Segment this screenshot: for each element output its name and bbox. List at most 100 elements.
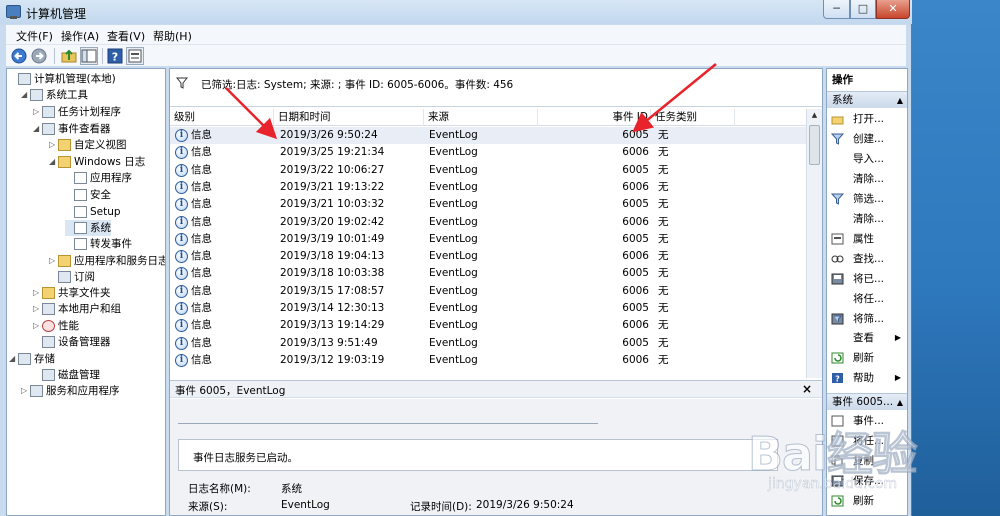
table-row[interactable]: i 信息 2019/3/26 9:50:24 EventLog 6005 无 [170, 127, 806, 144]
action-item[interactable]: 将筛... [827, 309, 907, 329]
column-source[interactable]: 来源 [424, 109, 538, 126]
action-label: 属性 [853, 232, 874, 245]
action-label: 导入... [853, 152, 885, 165]
menu-view[interactable]: 查看(V) [107, 28, 145, 44]
filter-icon [176, 77, 188, 89]
scroll-up-icon[interactable]: ▲ [809, 111, 820, 122]
column-level[interactable]: 级别 [170, 109, 274, 126]
forward-icon[interactable] [30, 47, 48, 65]
cell-task-category: 无 [658, 302, 669, 314]
cell-level: 信息 [191, 250, 212, 263]
action-item[interactable]: 事件... [827, 411, 907, 431]
menu-action[interactable]: 操作(A) [61, 28, 99, 44]
tree-item-task-scheduler[interactable]: ▷ 任务计划程序 [33, 104, 121, 120]
tree-item-system-tools[interactable]: ◢ 系统工具 [21, 87, 88, 103]
column-datetime[interactable]: 日期和时间 [274, 109, 424, 126]
action-item[interactable]: 查找... [827, 249, 907, 269]
computer-management-window: 计算机管理 ─ □ ✕ 文件(F) 操作(A) 查看(V) 帮助(H) ? 计算… [0, 0, 912, 516]
folder-icon [58, 139, 71, 151]
action-item[interactable]: 刷新 [827, 491, 907, 511]
tree-item-disk-management[interactable]: 磁盘管理 [33, 367, 100, 383]
event-viewer-icon [42, 123, 55, 135]
action-item[interactable]: 复制 [827, 451, 907, 471]
action-item[interactable]: 打开... [827, 109, 907, 129]
action-item[interactable]: 将任... [827, 289, 907, 309]
action-item[interactable]: 将任... [827, 431, 907, 451]
table-row[interactable]: i 信息 2019/3/19 10:01:49 EventLog 6005 无 [170, 231, 806, 248]
action-item[interactable]: 创建... [827, 129, 907, 149]
action-item[interactable]: 保存... [827, 471, 907, 491]
cell-event-id: 6006 [622, 353, 649, 366]
svg-text:?: ? [835, 375, 840, 384]
tree-item-application-log[interactable]: 应用程序 [65, 170, 132, 186]
table-row[interactable]: i 信息 2019/3/21 19:13:22 EventLog 6006 无 [170, 179, 806, 196]
table-row[interactable]: i 信息 2019/3/25 19:21:34 EventLog 6006 无 [170, 144, 806, 161]
cell-event-id: 6006 [622, 215, 649, 228]
tree-item-subscriptions[interactable]: 订阅 [49, 269, 95, 285]
tree-item-event-viewer[interactable]: ◢ 事件查看器 [33, 121, 111, 137]
tree-item-app-service-logs[interactable]: ▷ 应用程序和服务日志 [49, 253, 165, 269]
action-item[interactable]: 清除... [827, 169, 907, 189]
table-row[interactable]: i 信息 2019/3/15 17:08:57 EventLog 6006 无 [170, 283, 806, 300]
back-icon[interactable] [10, 47, 28, 65]
maximize-button[interactable]: □ [850, 0, 876, 19]
table-row[interactable]: i 信息 2019/3/13 19:14:29 EventLog 6006 无 [170, 317, 806, 334]
table-row[interactable]: i 信息 2019/3/18 10:03:38 EventLog 6005 无 [170, 265, 806, 282]
menu-file[interactable]: 文件(F) [16, 28, 53, 44]
table-row[interactable]: i 信息 2019/3/14 12:30:13 EventLog 6005 无 [170, 300, 806, 317]
tree-item-shared-folders[interactable]: ▷ 共享文件夹 [33, 285, 111, 301]
tree-item-setup-log[interactable]: Setup [65, 204, 121, 220]
action-item[interactable]: 清除... [827, 209, 907, 229]
cell-event-id: 6006 [622, 250, 649, 263]
actions-section-system[interactable]: 系统 ▲ [827, 91, 907, 108]
cell-datetime: 2019/3/13 9:51:49 [280, 336, 378, 349]
cell-datetime: 2019/3/15 17:08:57 [280, 284, 385, 297]
action-item[interactable]: 筛选... [827, 189, 907, 209]
tree-item-windows-logs[interactable]: ◢ Windows 日志 [49, 154, 145, 170]
tree-item-security-log[interactable]: 安全 [65, 187, 111, 203]
table-row[interactable]: i 信息 2019/3/18 19:04:13 EventLog 6006 无 [170, 248, 806, 265]
column-task-category[interactable]: 任务类别 [651, 109, 735, 126]
action-item[interactable]: 刷新 [827, 348, 907, 368]
table-row[interactable]: i 信息 2019/3/13 9:51:49 EventLog 6005 无 [170, 335, 806, 352]
cell-datetime: 2019/3/21 10:03:32 [280, 198, 385, 211]
actions-section-event[interactable]: 事件 6005... ▲ [827, 393, 907, 410]
column-event-id[interactable]: 事件 ID [538, 109, 651, 126]
action-label: 查看 [853, 332, 874, 345]
tree-item-performance[interactable]: ▷ 性能 [33, 318, 79, 334]
action-item[interactable]: 将已... [827, 269, 907, 289]
tree-item-computer-management[interactable]: 计算机管理(本地) [9, 71, 116, 87]
cell-event-id: 6005 [622, 129, 649, 141]
tree-item-local-users-groups[interactable]: ▷ 本地用户和组 [33, 301, 121, 317]
up-folder-icon[interactable] [60, 47, 78, 65]
help-icon[interactable]: ? [106, 47, 124, 65]
tree-item-storage[interactable]: ◢ 存储 [9, 351, 55, 367]
clock-icon [42, 106, 55, 118]
tree-item-system-log[interactable]: 系统 [65, 220, 111, 236]
cell-level: 信息 [191, 129, 212, 141]
action-item[interactable]: ? 帮助 ▶ [827, 368, 907, 388]
scroll-thumb[interactable] [809, 125, 820, 165]
action-item[interactable]: 导入... [827, 149, 907, 169]
tree-item-custom-views[interactable]: ▷ 自定义视图 [49, 137, 127, 153]
minimize-button[interactable]: ─ [823, 0, 850, 19]
event-detail-close-icon[interactable]: × [802, 382, 812, 396]
table-row[interactable]: i 信息 2019/3/12 19:03:19 EventLog 6006 无 [170, 352, 806, 369]
tree-item-forwarded-events[interactable]: 转发事件 [65, 236, 132, 252]
cell-source: EventLog [429, 250, 478, 263]
tree-item-device-manager[interactable]: 设备管理器 [33, 334, 111, 350]
close-button[interactable]: ✕ [876, 0, 910, 19]
title-bar[interactable]: 计算机管理 ─ □ ✕ [0, 0, 912, 24]
show-hide-tree-icon[interactable] [80, 47, 98, 65]
action-item[interactable]: 属性 [827, 229, 907, 249]
table-row[interactable]: i 信息 2019/3/21 10:03:32 EventLog 6005 无 [170, 196, 806, 213]
table-row[interactable]: i 信息 2019/3/22 10:06:27 EventLog 6005 无 [170, 162, 806, 179]
vertical-scrollbar[interactable]: ▲ [806, 109, 822, 378]
table-row[interactable]: i 信息 2019/3/20 19:02:42 EventLog 6006 无 [170, 214, 806, 231]
event-description-box[interactable]: 事件日志服务已启动。 [178, 439, 778, 471]
action-item[interactable]: 查看 ▶ [827, 328, 907, 348]
menu-help[interactable]: 帮助(H) [153, 28, 192, 44]
tree-item-services-applications[interactable]: ▷ 服务和应用程序 [21, 383, 120, 399]
event-list-pane: 已筛选:日志: System; 来源: ; 事件 ID: 6005-6006。事… [169, 68, 823, 516]
properties-icon[interactable] [126, 47, 144, 65]
